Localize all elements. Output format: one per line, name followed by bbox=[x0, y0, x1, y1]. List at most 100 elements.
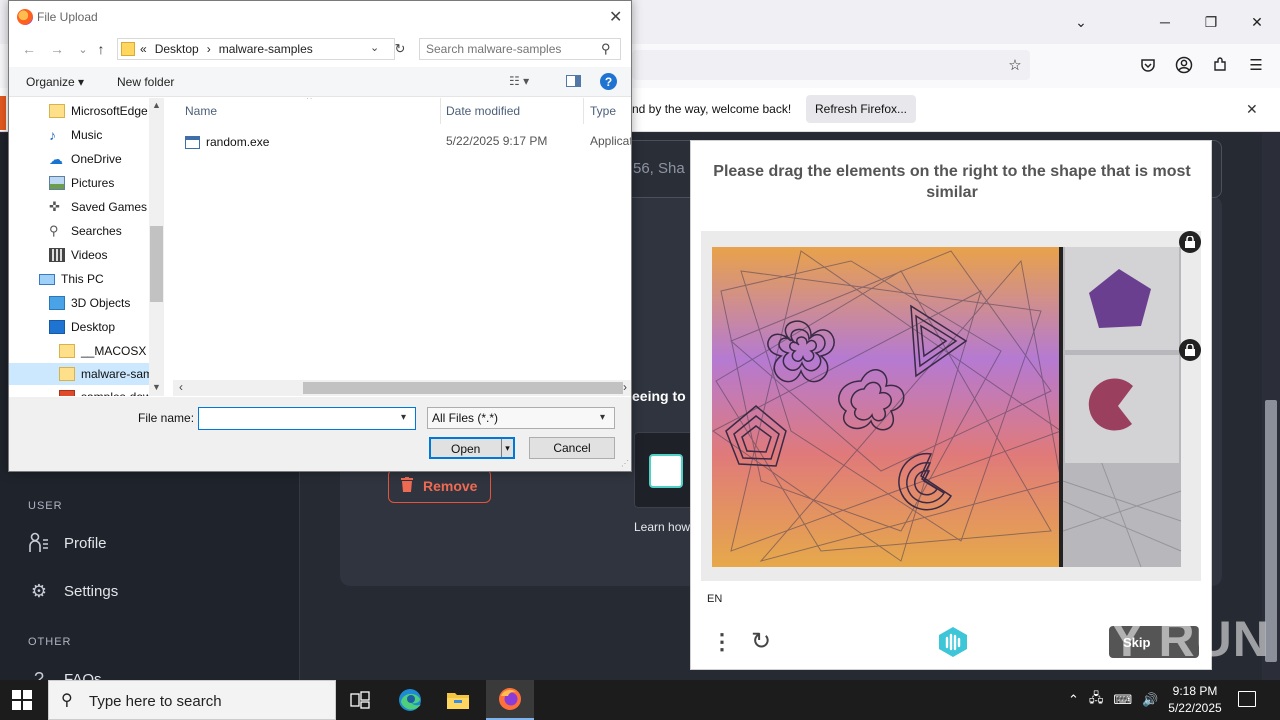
taskbar: ⚲ Type here to search ⌃ 🖧 ⌨ 🔊 9:18 PM 5/… bbox=[0, 680, 1280, 720]
network-icon[interactable]: 🖧 bbox=[1089, 689, 1104, 711]
sidebar-item-settings[interactable]: ⚙ Settings bbox=[28, 580, 118, 602]
nav-item-onedrive[interactable]: ☁ OneDrive bbox=[9, 148, 149, 170]
restore-button[interactable]: ❐ bbox=[1196, 10, 1226, 34]
preview-pane-icon[interactable] bbox=[566, 75, 581, 87]
url-bar[interactable] bbox=[632, 50, 1030, 80]
cancel-button[interactable]: Cancel bbox=[529, 437, 615, 459]
wifi-icon[interactable]: ⌨ bbox=[1113, 692, 1132, 708]
menu-hamburger-icon[interactable]: ☰ bbox=[1245, 54, 1267, 76]
close-notification-icon[interactable]: ✕ bbox=[1246, 101, 1258, 118]
scroll-left-icon[interactable]: ‹ bbox=[179, 380, 183, 394]
forward-arrow-icon[interactable]: → bbox=[47, 39, 67, 59]
scroll-up-icon[interactable]: ▲ bbox=[152, 100, 161, 110]
column-header-date[interactable]: Date modified bbox=[446, 104, 520, 118]
notification-accent bbox=[0, 96, 6, 130]
breadcrumb-separator[interactable]: › bbox=[207, 42, 211, 56]
captcha-main-image[interactable] bbox=[712, 247, 1070, 567]
hscrollbar-thumb[interactable] bbox=[303, 382, 623, 394]
captcha-checkbox[interactable] bbox=[649, 454, 683, 488]
scroll-down-icon[interactable]: ▼ bbox=[152, 382, 161, 392]
file-list-hscrollbar[interactable]: ‹ › bbox=[173, 380, 631, 396]
recent-locations-chevron-icon[interactable]: ⌄ bbox=[73, 39, 93, 59]
folder-icon bbox=[59, 390, 75, 396]
search-box[interactable]: ⚲ bbox=[419, 38, 621, 60]
account-icon[interactable] bbox=[1173, 54, 1195, 76]
file-name-field[interactable]: ▾ bbox=[198, 407, 416, 430]
help-icon[interactable]: ? bbox=[600, 73, 617, 90]
bookmark-star-icon[interactable]: ☆ bbox=[1004, 54, 1026, 76]
file-type-select[interactable]: All Files (*.*) ▾ bbox=[427, 407, 615, 429]
up-arrow-icon[interactable]: ↑ bbox=[91, 39, 111, 59]
minimize-button[interactable]: ─ bbox=[1150, 10, 1180, 34]
column-divider[interactable] bbox=[583, 98, 584, 124]
chevron-up-icon[interactable]: ⌃ bbox=[1068, 692, 1079, 708]
nav-item-music[interactable]: ♪ Music bbox=[9, 124, 149, 146]
column-header-type[interactable]: Type bbox=[590, 104, 616, 118]
nav-scrollbar[interactable]: ▲ ▼ bbox=[149, 98, 164, 396]
lock-icon[interactable] bbox=[1179, 231, 1201, 253]
dialog-close-icon[interactable]: ✕ bbox=[609, 7, 622, 27]
edge-icon[interactable] bbox=[386, 680, 434, 720]
breadcrumb-desktop[interactable]: Desktop bbox=[155, 42, 199, 56]
lock-icon[interactable] bbox=[1179, 339, 1201, 361]
clock[interactable]: 9:18 PM 5/22/2025 bbox=[1160, 683, 1230, 717]
volume-icon[interactable]: 🔊 bbox=[1142, 692, 1158, 708]
learn-how-link[interactable]: Learn how bbox=[634, 520, 690, 534]
refresh-icon[interactable]: ↻ bbox=[389, 38, 411, 60]
address-bar[interactable]: « Desktop › malware-samples ⌄ bbox=[117, 38, 395, 60]
nav-item-label: This PC bbox=[61, 272, 104, 286]
table-row[interactable]: random.exe bbox=[185, 132, 269, 152]
nav-item-pictures[interactable]: Pictures bbox=[9, 172, 149, 194]
extensions-icon[interactable] bbox=[1209, 54, 1231, 76]
search-icon[interactable]: ⚲ bbox=[601, 41, 611, 57]
folder-icon bbox=[121, 42, 135, 56]
tab-list-chevron-icon[interactable]: ⌄ bbox=[1066, 10, 1096, 34]
scroll-right-icon[interactable]: › bbox=[623, 380, 627, 394]
file-explorer-icon[interactable] bbox=[434, 680, 482, 720]
refresh-firefox-button[interactable]: Refresh Firefox... bbox=[806, 95, 916, 123]
column-header-name[interactable]: Name bbox=[185, 104, 217, 118]
taskbar-search[interactable]: ⚲ Type here to search bbox=[48, 680, 336, 720]
back-arrow-icon[interactable]: ← bbox=[19, 39, 39, 59]
firefox-taskbar-icon[interactable] bbox=[486, 680, 534, 720]
nav-item-macosx[interactable]: __MACOSX bbox=[9, 340, 149, 362]
cube-icon bbox=[49, 296, 65, 310]
notification-icon[interactable] bbox=[1238, 691, 1256, 707]
breadcrumb-malware-samples[interactable]: malware-samples bbox=[219, 42, 313, 56]
file-name-dropdown-icon[interactable]: ▾ bbox=[401, 412, 406, 423]
nav-item-label: Music bbox=[71, 128, 103, 142]
organize-button[interactable]: Organize ▾ bbox=[26, 75, 84, 89]
nav-item-3d-objects[interactable]: 3D Objects bbox=[9, 292, 149, 314]
close-window-button[interactable]: ✕ bbox=[1242, 10, 1272, 34]
open-button[interactable]: Open ▾ bbox=[429, 437, 515, 459]
nav-item-searches[interactable]: ⚲ Searches bbox=[9, 220, 149, 242]
search-input[interactable] bbox=[426, 42, 594, 56]
captcha-menu-icon[interactable]: ⋮ bbox=[711, 629, 733, 655]
remove-button[interactable]: Remove bbox=[388, 469, 491, 503]
drag-element-2[interactable] bbox=[1065, 355, 1179, 463]
nav-item-malware-samples[interactable]: malware-samples bbox=[9, 363, 149, 385]
address-dropdown-icon[interactable]: ⌄ bbox=[370, 41, 379, 54]
pictures-icon bbox=[49, 176, 65, 190]
nav-item-samples-dow[interactable]: samples-dow bbox=[9, 386, 149, 396]
view-options-icon[interactable]: ☷ ▾ bbox=[509, 74, 529, 88]
windows-start-icon[interactable] bbox=[12, 690, 32, 710]
column-divider[interactable] bbox=[440, 98, 441, 124]
open-split-dropdown-icon[interactable]: ▾ bbox=[501, 439, 513, 457]
language-selector[interactable]: EN bbox=[707, 593, 722, 605]
resize-grip-icon[interactable]: ⋰ bbox=[621, 459, 629, 468]
sidebar-header-other: OTHER bbox=[28, 636, 72, 648]
nav-item-microsoftedge[interactable]: MicrosoftEdge bbox=[9, 100, 149, 122]
sidebar-item-profile[interactable]: Profile bbox=[28, 532, 107, 554]
nav-scrollbar-thumb[interactable] bbox=[150, 226, 163, 302]
captcha-challenge: Please drag the elements on the right to… bbox=[690, 140, 1212, 670]
nav-item-videos[interactable]: Videos bbox=[9, 244, 149, 266]
new-folder-button[interactable]: New folder bbox=[117, 75, 174, 89]
refresh-icon[interactable]: ↻ bbox=[751, 627, 771, 656]
task-view-icon[interactable] bbox=[336, 680, 384, 720]
nav-item-desktop[interactable]: Desktop bbox=[9, 316, 149, 338]
breadcrumb-overflow[interactable]: « bbox=[140, 42, 147, 56]
nav-item-this-pc[interactable]: This PC bbox=[9, 268, 149, 290]
nav-item-saved-games[interactable]: ✜ Saved Games bbox=[9, 196, 149, 218]
pocket-icon[interactable] bbox=[1137, 54, 1159, 76]
